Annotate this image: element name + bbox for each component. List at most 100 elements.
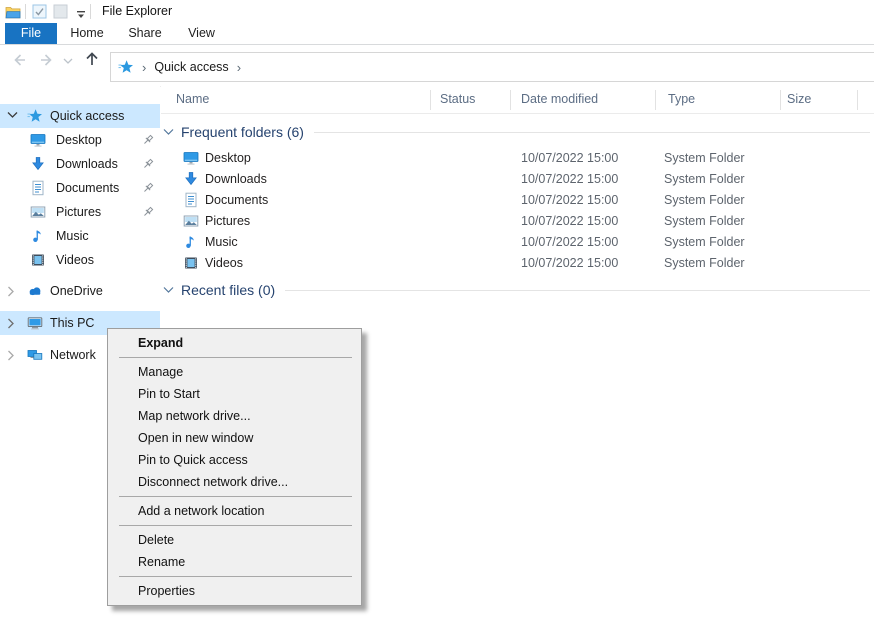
group-label: Recent files (0) [181,282,275,298]
table-row[interactable]: Videos 10/07/2022 15:00 System Folder [161,253,874,274]
column-header-size[interactable]: Size [787,92,811,106]
sidebar-item-pictures[interactable]: Pictures [0,200,160,224]
chevron-down-icon[interactable] [163,128,174,136]
forward-icon[interactable] [38,51,56,69]
menu-item-rename[interactable]: Rename [108,551,361,573]
sidebar-item-downloads[interactable]: Downloads [0,152,160,176]
column-divider[interactable] [857,90,858,110]
tab-view[interactable]: View [175,23,228,44]
table-row[interactable]: Music 10/07/2022 15:00 System Folder [161,232,874,253]
desktop-icon [183,150,199,166]
chevron-down-icon[interactable] [163,286,174,294]
file-name: Pictures [205,214,250,228]
onedrive-icon [27,283,43,299]
videos-icon [183,255,199,271]
file-name: Desktop [205,151,251,165]
menu-item-expand[interactable]: Expand [108,332,361,354]
breadcrumb-chevron: › [229,60,249,75]
column-divider[interactable] [510,90,511,110]
date-modified: 10/07/2022 15:00 [521,256,618,270]
menu-item-open-in-new-window[interactable]: Open in new window [108,427,361,449]
address-input[interactable]: › Quick access › [110,52,874,82]
menu-item-delete[interactable]: Delete [108,529,361,551]
file-explorer-window: File Explorer File Home Share View [0,0,874,641]
this-pc-context-menu: Expand Manage Pin to Start Map network d… [107,328,362,606]
chevron-right-icon[interactable] [7,318,15,329]
sidebar-item-quick-access[interactable]: Quick access [0,104,160,128]
sidebar-item-videos[interactable]: Videos [0,248,160,272]
menu-separator [119,525,352,526]
menu-item-map-network-drive[interactable]: Map network drive... [108,405,361,427]
menu-item-manage[interactable]: Manage [108,361,361,383]
quick-access-star-icon [27,108,43,124]
address-bar: › Quick access › [0,45,874,87]
back-icon[interactable] [10,51,28,69]
group-rule [285,290,870,291]
file-type: System Folder [664,235,745,249]
title-bar: File Explorer [0,0,874,23]
sidebar-item-label: Music [56,229,89,243]
date-modified: 10/07/2022 15:00 [521,193,618,207]
customize-quick-access-dropdown-icon[interactable] [72,6,89,23]
menu-item-properties[interactable]: Properties [108,580,361,602]
file-type: System Folder [664,172,745,186]
group-header-recent-files[interactable]: Recent files (0) [163,280,872,300]
chevron-right-icon[interactable] [7,286,15,297]
date-modified: 10/07/2022 15:00 [521,151,618,165]
column-header-name[interactable]: Name [176,92,209,106]
table-row[interactable]: Desktop 10/07/2022 15:00 System Folder [161,148,874,169]
file-type: System Folder [664,151,745,165]
new-folder-icon[interactable] [52,3,69,20]
column-header-status[interactable]: Status [440,92,475,106]
documents-icon [30,180,46,196]
date-modified: 10/07/2022 15:00 [521,172,618,186]
column-header-type[interactable]: Type [668,92,695,106]
sidebar-item-onedrive[interactable]: OneDrive [0,279,160,303]
menu-item-add-a-network-location[interactable]: Add a network location [108,500,361,522]
quick-access-star-icon [118,59,134,75]
table-row[interactable]: Downloads 10/07/2022 15:00 System Folder [161,169,874,190]
sidebar-item-documents[interactable]: Documents [0,176,160,200]
file-explorer-logo-icon[interactable] [4,3,21,20]
menu-item-pin-to-start[interactable]: Pin to Start [108,383,361,405]
file-type: System Folder [664,256,745,270]
tab-share[interactable]: Share [117,23,173,44]
recent-locations-chevron-icon[interactable] [63,58,73,65]
menu-item-pin-to-quick-access[interactable]: Pin to Quick access [108,449,361,471]
group-label: Frequent folders (6) [181,124,304,140]
menu-separator [119,576,352,577]
sidebar-item-label: Quick access [50,109,124,123]
sidebar-item-label: This PC [50,316,94,330]
column-header-date-modified[interactable]: Date modified [521,92,598,106]
pictures-icon [30,204,46,220]
table-row[interactable]: Pictures 10/07/2022 15:00 System Folder [161,211,874,232]
videos-icon [30,252,46,268]
tab-file[interactable]: File [5,23,57,44]
sidebar-item-music[interactable]: Music [0,224,160,248]
sidebar-item-label: Documents [56,181,119,195]
window-title: File Explorer [102,4,172,18]
toolbar-separator [90,4,91,19]
pin-icon [142,158,154,170]
date-modified: 10/07/2022 15:00 [521,214,618,228]
pictures-icon [183,213,199,229]
group-header-frequent-folders[interactable]: Frequent folders (6) [163,122,872,142]
properties-icon[interactable] [31,3,48,20]
up-icon[interactable] [83,50,101,68]
documents-icon [183,192,199,208]
music-icon [183,234,199,250]
downloads-icon [30,156,46,172]
chevron-down-icon[interactable] [7,111,18,119]
menu-item-disconnect-network-drive[interactable]: Disconnect network drive... [108,471,361,493]
ribbon-tabs: File Home Share View [0,23,874,45]
chevron-right-icon[interactable] [7,350,15,361]
table-row[interactable]: Documents 10/07/2022 15:00 System Folder [161,190,874,211]
date-modified: 10/07/2022 15:00 [521,235,618,249]
tab-home[interactable]: Home [59,23,115,44]
downloads-icon [183,171,199,187]
sidebar-item-desktop[interactable]: Desktop [0,128,160,152]
breadcrumb-quick-access[interactable]: Quick access [154,60,228,74]
column-divider[interactable] [430,90,431,110]
column-divider[interactable] [655,90,656,110]
column-divider[interactable] [780,90,781,110]
